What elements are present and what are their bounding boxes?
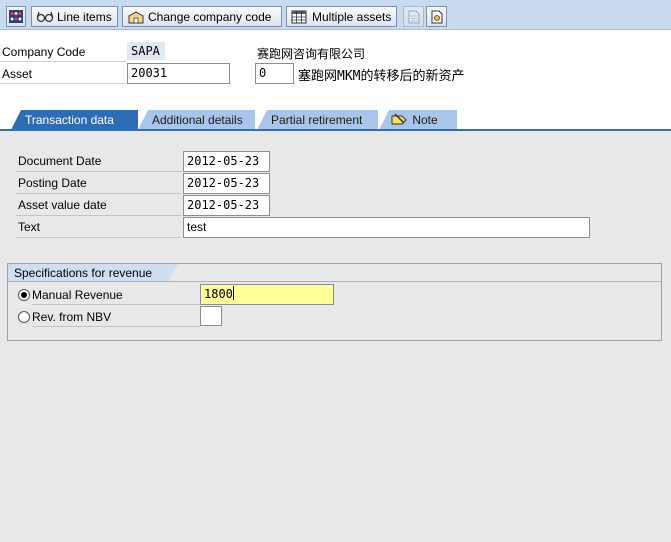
tab-partial-retirement-label: Partial retirement	[271, 113, 363, 127]
posting-date-field[interactable]: 2012-05-23	[183, 173, 270, 194]
display-grid-button[interactable]	[6, 6, 26, 27]
text-field[interactable]: test	[183, 217, 590, 238]
rev-from-nbv-checkbox[interactable]	[200, 306, 222, 326]
asset-label: Asset	[0, 64, 126, 84]
transaction-data-panel: Document Date 2012-05-23 Posting Date 20…	[0, 131, 671, 542]
company-code-label: Company Code	[0, 42, 126, 62]
change-company-code-label: Change company code	[148, 9, 272, 24]
asset-description: 塞跑网MKM的转移后的新资产	[298, 69, 465, 84]
tab-additional-details-label: Additional details	[152, 113, 243, 127]
tab-note[interactable]: Note	[379, 110, 457, 130]
posting-date-label: Posting Date	[16, 173, 181, 194]
rev-from-nbv-label: Rev. from NBV	[32, 307, 200, 327]
asset-number-field[interactable]: 20031	[127, 63, 230, 84]
application-toolbar: Line items Change company code Multiple …	[0, 0, 671, 30]
revenue-group-title: Specifications for revenue	[8, 264, 178, 282]
pencil-note-icon	[391, 112, 409, 126]
line-items-button[interactable]: Line items	[31, 6, 118, 27]
text-label: Text	[16, 217, 181, 238]
document-detail-icon	[431, 10, 443, 24]
company-building-icon	[127, 10, 144, 24]
document-date-field[interactable]: 2012-05-23	[183, 151, 270, 172]
document-icon	[408, 10, 420, 24]
manual-revenue-label: Manual Revenue	[32, 285, 200, 305]
tab-transaction-data[interactable]: Transaction data	[11, 110, 138, 130]
text-cursor	[232, 286, 234, 300]
glasses-icon	[36, 10, 54, 24]
display-document-button[interactable]	[426, 6, 447, 27]
tab-note-label: Note	[412, 113, 438, 127]
revenue-specifications-group: Specifications for revenue Manual Revenu…	[7, 263, 662, 341]
create-document-button[interactable]	[403, 6, 424, 27]
asset-subnumber-field[interactable]: 0	[255, 63, 294, 84]
manual-revenue-radio[interactable]	[18, 289, 30, 301]
dots-grid-icon	[9, 10, 23, 23]
line-items-label: Line items	[57, 9, 112, 24]
rev-from-nbv-radio[interactable]	[18, 311, 30, 323]
table-grid-icon	[291, 10, 307, 24]
change-company-code-button[interactable]: Change company code	[122, 6, 282, 27]
company-code-value: SAPA	[127, 42, 165, 60]
multiple-assets-label: Multiple assets	[312, 9, 392, 24]
asset-value-date-label: Asset value date	[16, 195, 181, 216]
document-date-label: Document Date	[16, 151, 181, 172]
manual-revenue-field[interactable]: 1800	[200, 284, 334, 305]
manual-revenue-value: 1800	[204, 287, 233, 301]
tab-additional-details[interactable]: Additional details	[138, 110, 255, 130]
company-name: 赛跑网咨询有限公司	[257, 47, 366, 61]
multiple-assets-button[interactable]: Multiple assets	[286, 6, 397, 27]
tab-partial-retirement[interactable]: Partial retirement	[257, 110, 378, 130]
asset-value-date-field[interactable]: 2012-05-23	[183, 195, 270, 216]
tab-transaction-data-label: Transaction data	[25, 113, 114, 127]
